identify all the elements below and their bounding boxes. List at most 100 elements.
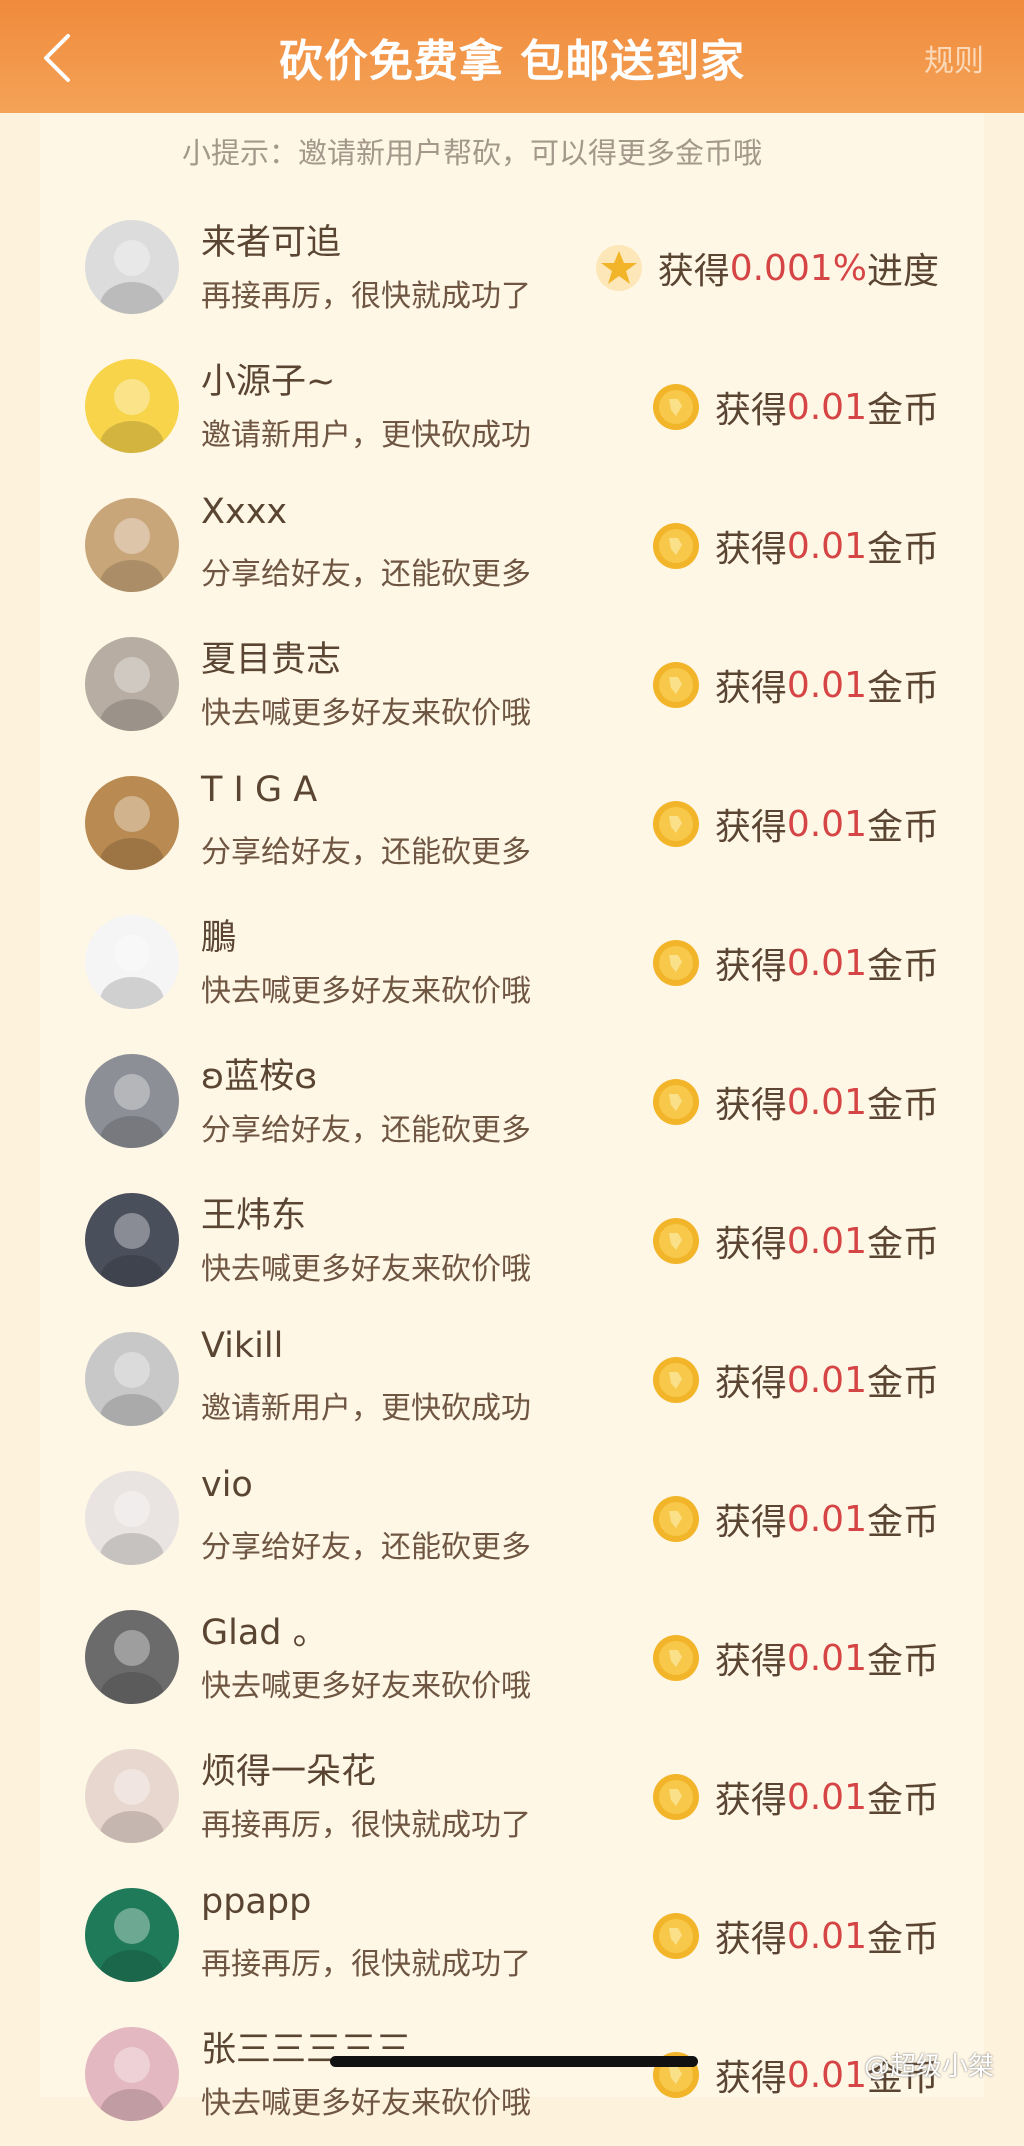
avatar-image	[85, 498, 179, 592]
reward: 获得 0.01 金币	[651, 796, 939, 852]
home-indicator[interactable]	[330, 2056, 698, 2067]
helper-message: 快去喊更多好友来砍价哦	[201, 1252, 531, 1287]
reward: 获得 0.01 金币	[651, 1352, 939, 1408]
avatar-image	[85, 1471, 179, 1565]
star-badge-icon	[594, 243, 644, 293]
reward-prefix: 获得	[714, 1363, 787, 1404]
reward-prefix: 获得	[714, 1224, 787, 1265]
helper-row: ʚ蓝桉ɞ 分享给好友，还能砍更多 获得 0.01 金币	[40, 1034, 984, 1173]
reward-suffix: 金币	[866, 1363, 939, 1404]
reward: 获得 0.01 金币	[651, 1908, 939, 1964]
reward-value: 0.01	[786, 1220, 867, 1262]
helper-message: 邀请新用户，更快砍成功	[201, 418, 531, 453]
avatar-image	[85, 1749, 179, 1843]
reward-suffix: 金币	[866, 668, 939, 709]
avatar-image	[85, 359, 179, 453]
reward-value: 0.01	[786, 1498, 867, 1540]
reward-prefix: 获得	[657, 251, 730, 292]
reward-value: 0.01	[786, 1637, 867, 1679]
helper-name: Glad 。	[201, 1613, 328, 1653]
helper-name: ʚ蓝桉ɞ	[201, 1057, 318, 1097]
avatar-image	[85, 1054, 179, 1148]
gold-coin-icon	[651, 1216, 701, 1266]
gold-coin-icon	[651, 1633, 701, 1683]
avatar[interactable]	[85, 1610, 179, 1704]
reward: 获得 0.01 金币	[651, 1213, 939, 1269]
avatar[interactable]	[85, 1749, 179, 1843]
helper-message: 分享给好友，还能砍更多	[201, 557, 531, 592]
watermark: @超级小桀	[863, 2052, 994, 2082]
avatar[interactable]	[85, 1054, 179, 1148]
reward-suffix: 金币	[866, 390, 939, 431]
reward: 获得 0.01 金币	[651, 1769, 939, 1825]
reward-value: 0.01	[786, 386, 867, 428]
reward-prefix: 获得	[714, 2058, 787, 2099]
reward-suffix: 金币	[866, 946, 939, 987]
avatar[interactable]	[85, 1193, 179, 1287]
reward-prefix: 获得	[714, 1641, 787, 1682]
helper-message: 再接再厉，很快就成功了	[201, 279, 531, 314]
helper-row: Glad 。快去喊更多好友来砍价哦 获得 0.01 金币	[40, 1590, 984, 1729]
avatar[interactable]	[85, 498, 179, 592]
reward-value: 0.01	[786, 1359, 867, 1401]
avatar-image	[85, 220, 179, 314]
reward-value: 0.01	[786, 942, 867, 984]
helper-row: 烦得一朵花再接再厉，很快就成功了 获得 0.01 金币	[40, 1729, 984, 1868]
helper-name: vio	[201, 1465, 253, 1505]
avatar[interactable]	[85, 220, 179, 314]
reward-prefix: 获得	[714, 529, 787, 570]
avatar-image	[85, 1610, 179, 1704]
avatar-image	[85, 637, 179, 731]
reward-suffix: 金币	[866, 807, 939, 848]
reward: 获得 0.01 金币	[651, 657, 939, 713]
helper-name: Xxxx	[201, 492, 288, 532]
header: 砍价免费拿 包邮送到家 规则	[0, 0, 1024, 113]
reward: 获得 0.01 金币	[651, 379, 939, 435]
avatar[interactable]	[85, 2027, 179, 2121]
helper-name: Vikill	[201, 1326, 284, 1366]
gold-coin-icon	[651, 521, 701, 571]
helper-row: 来者可追 再接再厉，很快就成功了 获得 0.001% 进度	[40, 200, 984, 339]
reward: 获得 0.01 金币	[651, 1491, 939, 1547]
helper-row: Vikill 邀请新用户，更快砍成功 获得 0.01 金币	[40, 1312, 984, 1451]
helper-message: 再接再厉，很快就成功了	[201, 1947, 531, 1982]
avatar[interactable]	[85, 637, 179, 731]
helper-message: 邀请新用户，更快砍成功	[201, 1391, 531, 1426]
reward-suffix: 金币	[866, 1780, 939, 1821]
helper-message: 快去喊更多好友来砍价哦	[201, 696, 531, 731]
avatar[interactable]	[85, 1888, 179, 1982]
reward: 获得 0.01 金币	[651, 518, 939, 574]
reward-prefix: 获得	[714, 390, 787, 431]
avatar[interactable]	[85, 1332, 179, 1426]
helper-message: 分享给好友，还能砍更多	[201, 1113, 531, 1148]
gold-coin-icon	[651, 1494, 701, 1544]
avatar-image	[85, 1888, 179, 1982]
reward-prefix: 获得	[714, 668, 787, 709]
helper-message: 再接再厉，很快就成功了	[201, 1808, 531, 1843]
tip-text: 小提示：邀请新用户帮砍，可以得更多金币哦	[181, 136, 762, 170]
gold-coin-icon	[651, 1911, 701, 1961]
helper-row: 鵬快去喊更多好友来砍价哦 获得 0.01 金币	[40, 895, 984, 1034]
page-title: 砍价免费拿 包邮送到家	[278, 36, 746, 87]
reward-suffix: 金币	[866, 1919, 939, 1960]
helper-name: 王炜东	[201, 1196, 307, 1236]
helper-row: 夏目贵志快去喊更多好友来砍价哦 获得 0.01 金币	[40, 617, 984, 756]
reward-suffix: 金币	[866, 1502, 939, 1543]
helper-name: 夏目贵志	[201, 640, 342, 680]
avatar[interactable]	[85, 359, 179, 453]
avatar[interactable]	[85, 776, 179, 870]
reward-prefix: 获得	[714, 1085, 787, 1126]
helper-name: 烦得一朵花	[201, 1752, 377, 1792]
reward-value: 0.01	[786, 803, 867, 845]
reward-suffix: 金币	[866, 1641, 939, 1682]
avatar-image	[85, 776, 179, 870]
reward-suffix: 金币	[866, 1085, 939, 1126]
avatar[interactable]	[85, 1471, 179, 1565]
reward-value: 0.01	[786, 1915, 867, 1957]
helper-name: 鵬	[201, 918, 237, 958]
helper-name: T I G A	[201, 770, 318, 810]
avatar[interactable]	[85, 915, 179, 1009]
helper-row: T I G A 分享给好友，还能砍更多 获得 0.01 金币	[40, 756, 984, 895]
rules-link[interactable]: 规则	[924, 36, 984, 80]
helper-message: 分享给好友，还能砍更多	[201, 1530, 531, 1565]
